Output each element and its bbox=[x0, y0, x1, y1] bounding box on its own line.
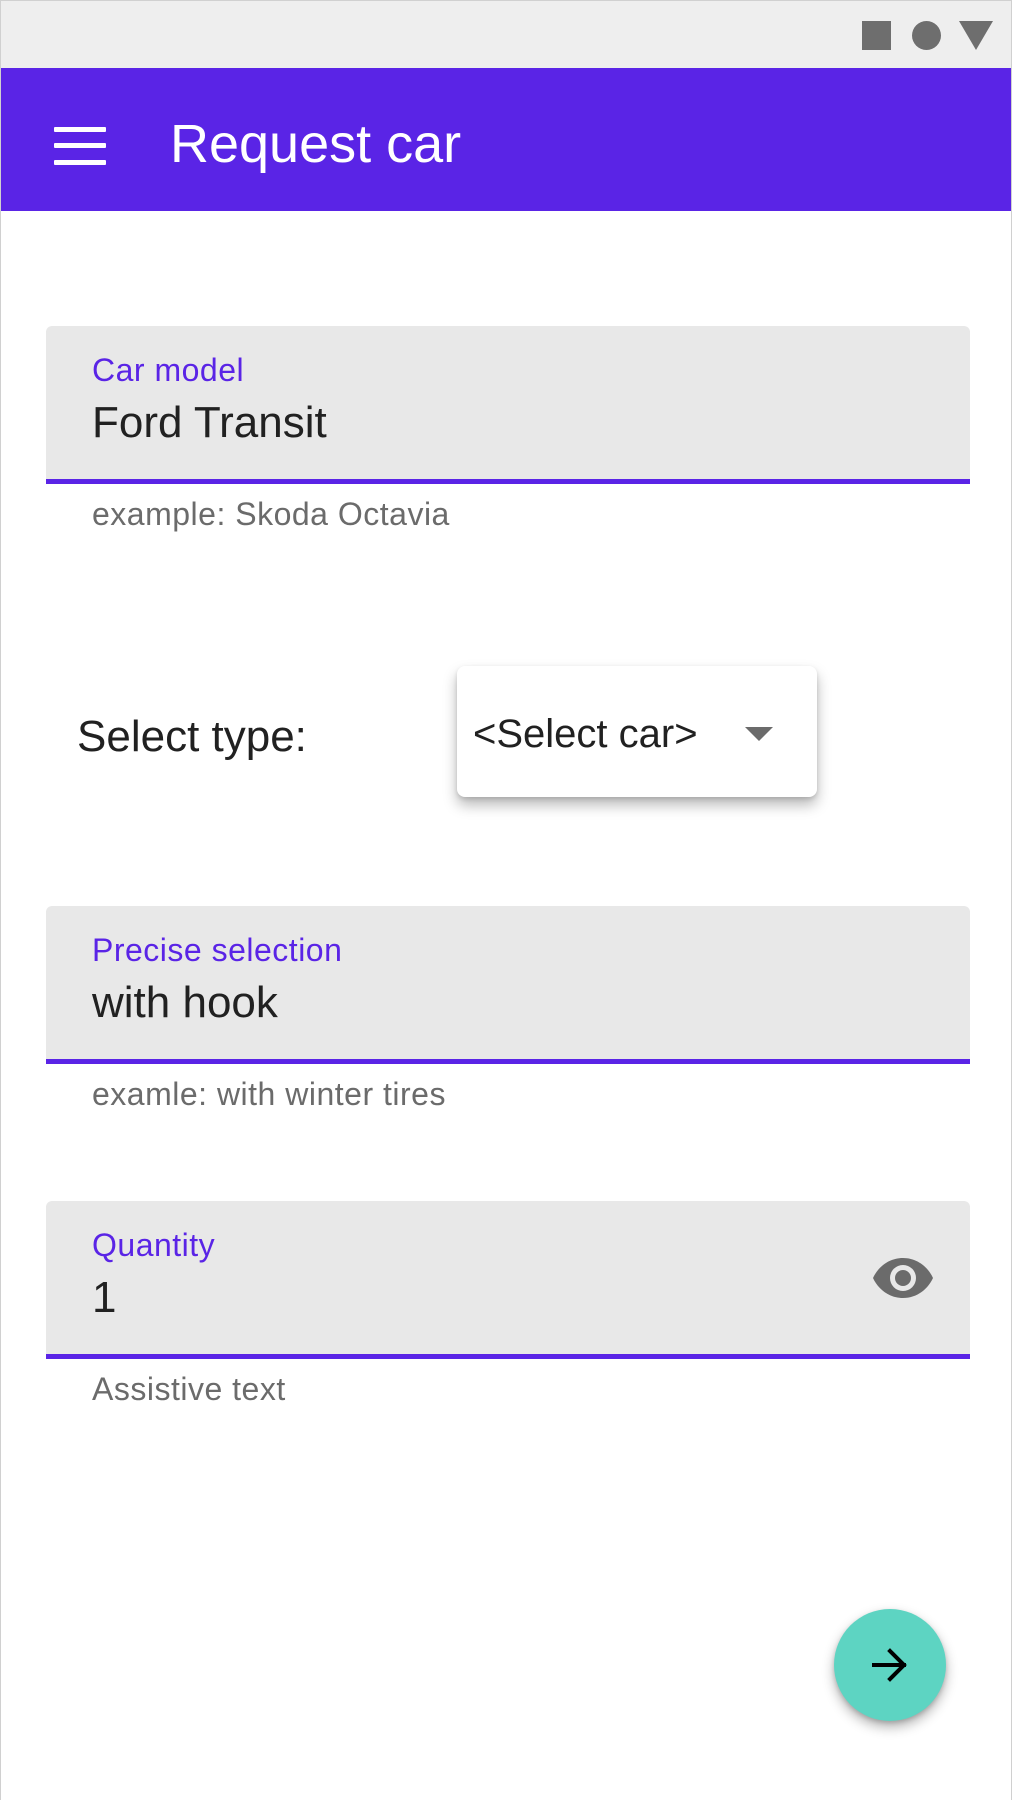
status-bar bbox=[1, 0, 1011, 68]
car-type-selected-value: <Select car> bbox=[473, 712, 698, 756]
eye-icon[interactable] bbox=[872, 1256, 934, 1300]
square-icon bbox=[862, 21, 891, 50]
quantity-field[interactable]: Quantity 1 bbox=[46, 1201, 970, 1359]
car-model-helper-text: example: Skoda Octavia bbox=[92, 496, 450, 532]
triangle-icon bbox=[959, 21, 993, 50]
precise-selection-value[interactable]: with hook bbox=[92, 978, 278, 1028]
car-type-dropdown[interactable]: <Select car> bbox=[457, 666, 817, 797]
select-type-label: Select type: bbox=[77, 712, 307, 761]
quantity-value[interactable]: 1 bbox=[92, 1273, 116, 1323]
next-fab-button[interactable] bbox=[834, 1609, 946, 1721]
precise-selection-field[interactable]: Precise selection with hook bbox=[46, 906, 970, 1064]
precise-selection-label: Precise selection bbox=[92, 932, 343, 968]
page-title: Request car bbox=[170, 114, 462, 174]
quantity-label: Quantity bbox=[92, 1227, 216, 1263]
request-car-screen: Request car Car model Ford Transit examp… bbox=[0, 0, 1012, 1800]
car-model-label: Car model bbox=[92, 352, 245, 388]
chevron-down-icon bbox=[745, 727, 773, 741]
car-model-value[interactable]: Ford Transit bbox=[92, 398, 327, 448]
circle-icon bbox=[912, 21, 941, 50]
arrow-right-icon bbox=[872, 1648, 907, 1682]
precise-selection-helper-text: examle: with winter tires bbox=[92, 1076, 446, 1112]
quantity-helper-text: Assistive text bbox=[92, 1371, 286, 1407]
menu-icon[interactable] bbox=[54, 127, 106, 165]
app-bar: Request car bbox=[1, 68, 1011, 211]
car-model-field[interactable]: Car model Ford Transit bbox=[46, 326, 970, 484]
